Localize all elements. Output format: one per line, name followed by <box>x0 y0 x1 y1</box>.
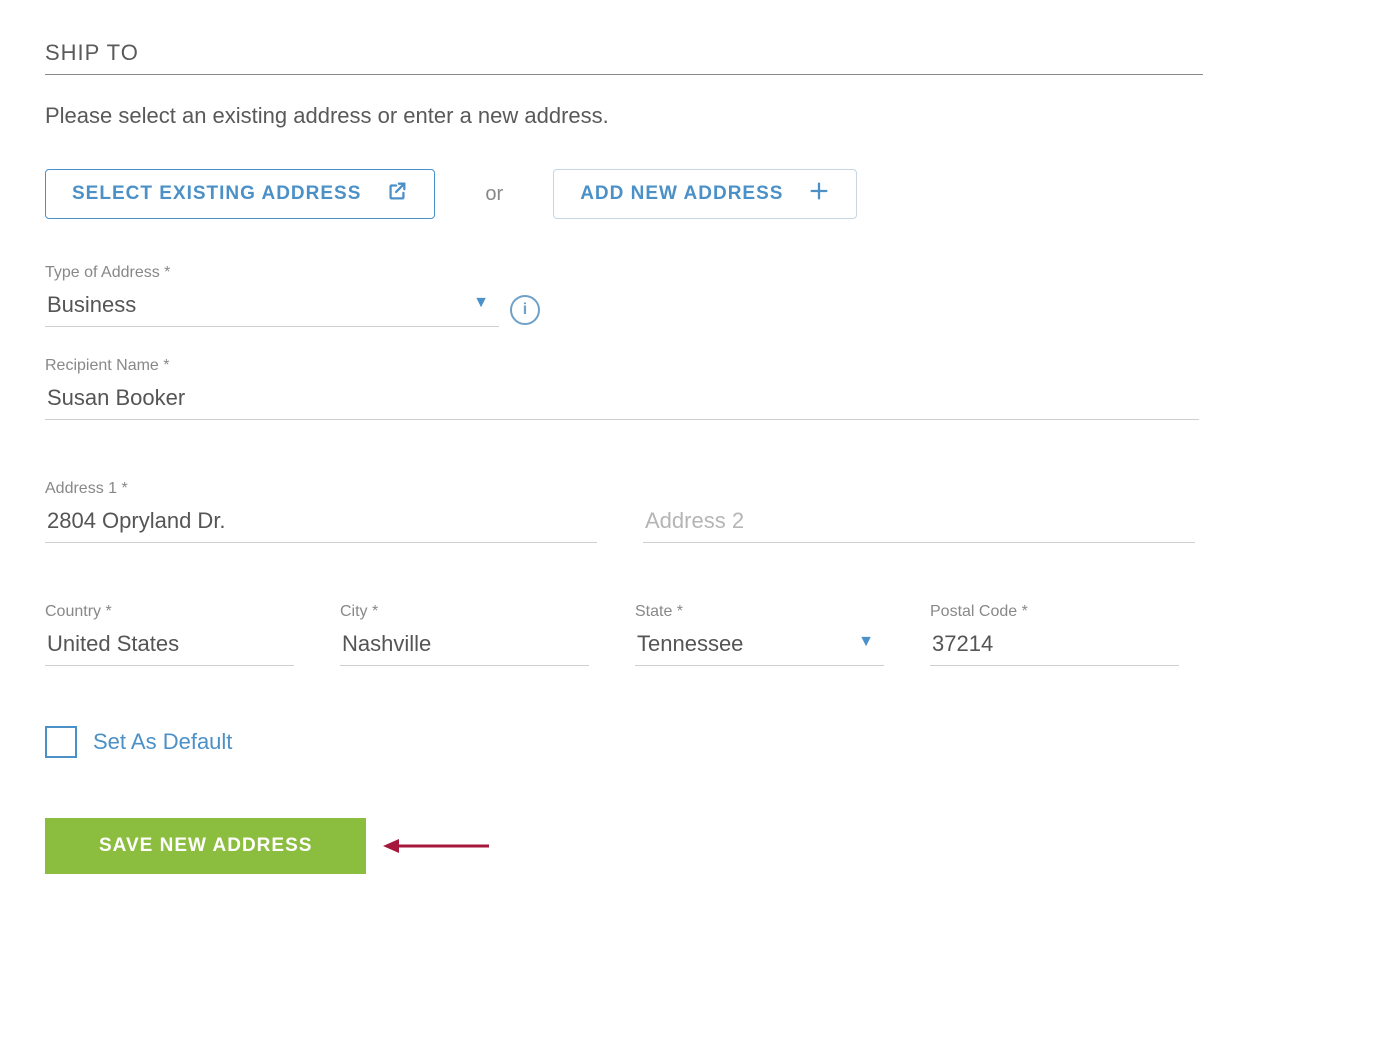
address2-input[interactable] <box>643 504 1195 543</box>
country-field: Country * <box>45 603 290 666</box>
instruction-text: Please select an existing address or ent… <box>45 103 1333 129</box>
type-of-address-label: Type of Address * <box>45 264 495 282</box>
address1-field: Address 1 * <box>45 480 593 543</box>
add-new-label: ADD NEW ADDRESS <box>580 183 783 205</box>
state-select[interactable] <box>635 627 884 666</box>
select-existing-address-button[interactable]: SELECT EXISTING ADDRESS <box>45 169 435 219</box>
postal-input[interactable] <box>930 627 1179 666</box>
section-title: SHIP TO <box>45 40 1333 66</box>
type-of-address-select[interactable] <box>45 288 499 327</box>
city-input[interactable] <box>340 627 589 666</box>
state-field: State * ▼ <box>635 603 880 666</box>
annotation-arrow-icon <box>381 834 491 858</box>
info-icon[interactable]: i <box>510 295 540 325</box>
country-label: Country * <box>45 603 290 621</box>
postal-field: Postal Code * <box>930 603 1175 666</box>
set-as-default-label[interactable]: Set As Default <box>93 729 232 755</box>
plus-icon <box>808 180 830 208</box>
address2-field <box>643 480 1191 543</box>
external-link-icon <box>386 180 408 208</box>
city-label: City * <box>340 603 585 621</box>
city-field: City * <box>340 603 585 666</box>
section-divider <box>45 74 1203 75</box>
address-choice-row: SELECT EXISTING ADDRESS or ADD NEW ADDRE… <box>45 169 1333 219</box>
select-existing-label: SELECT EXISTING ADDRESS <box>72 183 361 205</box>
type-of-address-field: Type of Address * ▼ <box>45 264 495 327</box>
address1-input[interactable] <box>45 504 597 543</box>
state-label: State * <box>635 603 880 621</box>
recipient-name-label: Recipient Name * <box>45 357 1195 375</box>
address1-label: Address 1 * <box>45 480 593 498</box>
recipient-name-input[interactable] <box>45 381 1199 420</box>
postal-label: Postal Code * <box>930 603 1175 621</box>
address2-label <box>643 480 1191 498</box>
or-separator: or <box>485 183 503 206</box>
country-input[interactable] <box>45 627 294 666</box>
recipient-name-field: Recipient Name * <box>45 357 1325 420</box>
set-as-default-checkbox[interactable] <box>45 726 77 758</box>
save-new-address-button[interactable]: SAVE NEW ADDRESS <box>45 818 366 874</box>
add-new-address-button[interactable]: ADD NEW ADDRESS <box>553 169 857 219</box>
